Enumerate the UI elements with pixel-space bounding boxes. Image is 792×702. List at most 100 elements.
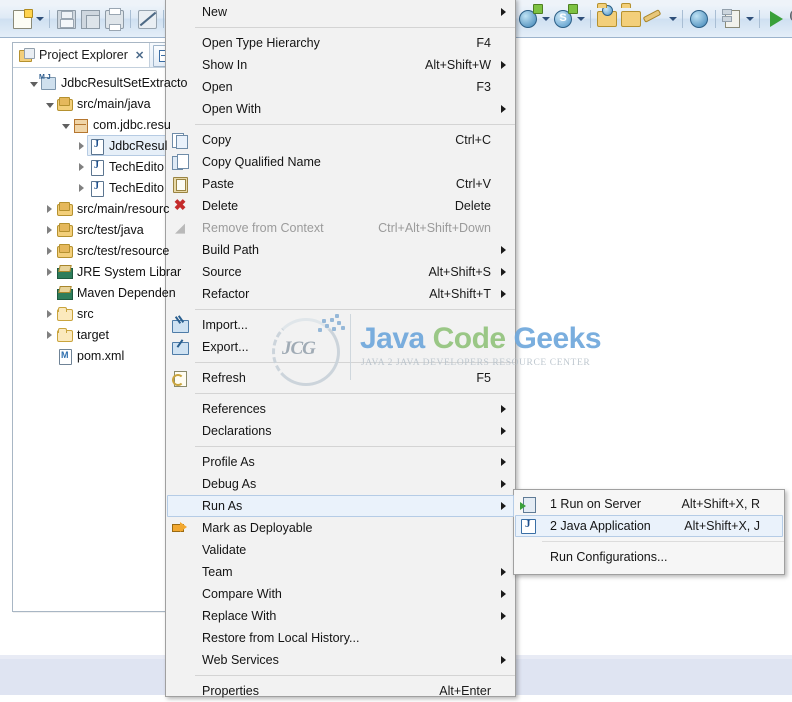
- tree-twisty-collapsed-icon[interactable]: [43, 328, 56, 342]
- tree-item-label: target: [77, 327, 109, 342]
- menu-item-copy[interactable]: Copy Ctrl+C: [166, 129, 515, 151]
- database-dropdown[interactable]: [744, 7, 755, 31]
- run-button[interactable]: [764, 7, 788, 31]
- tree-item-label: TechEdito: [109, 159, 164, 174]
- tree-twisty-expanded-icon[interactable]: [43, 97, 56, 111]
- menu-item-label: Import...: [202, 318, 248, 332]
- tree-twisty-collapsed-icon[interactable]: [43, 265, 56, 279]
- menu-item-paste[interactable]: Paste Ctrl+V: [166, 173, 515, 195]
- java-file-icon: [88, 180, 105, 197]
- menu-item-properties[interactable]: Properties Alt+Enter: [166, 680, 515, 702]
- tree-item-label: TechEdito: [109, 180, 164, 195]
- menu-item-new[interactable]: New: [166, 1, 515, 23]
- tree-twisty-expanded-icon[interactable]: [59, 118, 72, 132]
- tree-twisty-collapsed-icon[interactable]: [43, 307, 56, 321]
- submenu-arrow-icon: [501, 61, 515, 69]
- open-web-browser-button[interactable]: [687, 7, 711, 31]
- menu-item-debug-as[interactable]: Debug As: [166, 473, 515, 495]
- menu-item-label: Compare With: [202, 587, 282, 601]
- menu-item-label: Show In: [202, 58, 248, 72]
- menu-item-shortcut: F4: [476, 36, 491, 50]
- save-button[interactable]: [54, 7, 78, 31]
- menu-separator: [195, 446, 515, 447]
- tree-item-label: JdbcResul: [109, 138, 168, 153]
- menu-item-no-icon: [166, 451, 194, 473]
- open-folder-globe-icon: [597, 11, 617, 27]
- copy-qualified-icon: [166, 151, 194, 173]
- save-all-button[interactable]: [78, 7, 102, 31]
- menu-item-open[interactable]: Open F3: [166, 76, 515, 98]
- database-connection-button[interactable]: [720, 7, 744, 31]
- menu-item-remove-from-context: ◢ Remove from Context Ctrl+Alt+Shift+Down: [166, 217, 515, 239]
- tree-twisty-collapsed-icon[interactable]: [43, 223, 56, 237]
- menu-item-validate[interactable]: Validate: [166, 539, 515, 561]
- chevron-down-icon: [576, 17, 585, 21]
- copy-icon: [166, 129, 194, 151]
- menu-item-source[interactable]: Source Alt+Shift+S: [166, 261, 515, 283]
- submenu-arrow-icon: [501, 590, 515, 598]
- menu-item-delete[interactable]: ✖ Delete Delete: [166, 195, 515, 217]
- menu-item-no-icon: [166, 420, 194, 442]
- chevron-down-icon: [35, 17, 44, 21]
- menu-item-web-services[interactable]: Web Services: [166, 649, 515, 671]
- quick-fix-button[interactable]: [643, 7, 667, 31]
- new-file-dropdown[interactable]: [34, 7, 45, 31]
- menu-item-no-icon: [166, 539, 194, 561]
- submenu-arrow-icon: [501, 612, 515, 620]
- toolbar-separator: [715, 10, 716, 28]
- tree-twisty-collapsed-icon[interactable]: [75, 160, 88, 174]
- print-button[interactable]: [102, 7, 126, 31]
- menu-item-no-icon: [166, 473, 194, 495]
- menu-separator: [195, 675, 515, 676]
- new-file-button[interactable]: [10, 7, 34, 31]
- menu-item-open-with[interactable]: Open With: [166, 98, 515, 120]
- context-menu[interactable]: New Open Type Hierarchy F4 Show In Alt+Shift…: [165, 0, 516, 698]
- menu-item-no-icon: [166, 283, 194, 305]
- menu-item-refactor[interactable]: Refactor Alt+Shift+T: [166, 283, 515, 305]
- mark-occurrences-button[interactable]: [135, 7, 159, 31]
- watermark-title-geeks: Geeks: [513, 322, 602, 355]
- menu-item-mark-as-deployable[interactable]: Mark as Deployable: [166, 517, 515, 539]
- menu-item-open-type-hierarchy[interactable]: Open Type Hierarchy F4: [166, 32, 515, 54]
- menu-item-label: Debug As: [202, 477, 257, 491]
- maven-project-icon: [39, 74, 57, 91]
- menu-item-replace-with[interactable]: Replace With: [166, 605, 515, 627]
- menu-item-refresh[interactable]: Refresh F5: [166, 367, 515, 389]
- close-icon[interactable]: ✕: [135, 49, 144, 62]
- menu-item-export[interactable]: Export...: [166, 336, 515, 358]
- menu-separator: [195, 309, 515, 310]
- menu-item-1-run-on-server[interactable]: 1 Run on Server Alt+Shift+X, R: [514, 493, 784, 515]
- quick-fix-dropdown[interactable]: [667, 7, 678, 31]
- pencil-disabled-icon: [137, 9, 157, 29]
- tree-twisty-collapsed-icon[interactable]: [43, 202, 56, 216]
- menu-item-import[interactable]: Import...: [166, 314, 515, 336]
- menu-item-copy-qualified-name[interactable]: Copy Qualified Name: [166, 151, 515, 173]
- submenu-arrow-icon: [501, 480, 515, 488]
- menu-item-build-path[interactable]: Build Path: [166, 239, 515, 261]
- run-as-submenu[interactable]: 1 Run on Server Alt+Shift+X, R 2 Java Appl…: [513, 489, 785, 575]
- menu-item-run-configurations[interactable]: Run Configurations...: [514, 546, 784, 568]
- new-server-button[interactable]: [516, 7, 540, 31]
- menu-item-no-icon: [166, 98, 194, 120]
- source-folder-icon: [56, 201, 73, 217]
- tree-twisty-collapsed-icon[interactable]: [43, 244, 56, 258]
- tab-project-explorer[interactable]: Project Explorer ✕: [13, 43, 151, 67]
- menu-item-2-java-application[interactable]: 2 Java Application Alt+Shift+X, J: [514, 515, 784, 537]
- menu-item-label: Restore from Local History...: [202, 631, 360, 645]
- menu-item-profile-as[interactable]: Profile As: [166, 451, 515, 473]
- menu-item-restore-from-local-history[interactable]: Restore from Local History...: [166, 627, 515, 649]
- tree-twisty-collapsed-icon[interactable]: [75, 181, 88, 195]
- menu-item-references[interactable]: References: [166, 398, 515, 420]
- menu-item-compare-with[interactable]: Compare With: [166, 583, 515, 605]
- menu-item-declarations[interactable]: Declarations: [166, 420, 515, 442]
- open-resource-button[interactable]: [595, 7, 619, 31]
- menu-item-run-as[interactable]: Run As: [166, 495, 515, 517]
- menu-item-show-in[interactable]: Show In Alt+Shift+W: [166, 54, 515, 76]
- tab-label: Project Explorer: [39, 48, 128, 62]
- menu-item-team[interactable]: Team: [166, 561, 515, 583]
- open-folder-button[interactable]: [619, 7, 643, 31]
- debug-button[interactable]: [788, 7, 792, 31]
- menu-item-label: Open With: [202, 102, 262, 116]
- menu-item-label: 1 Run on Server: [550, 497, 642, 511]
- new-search-button[interactable]: S: [551, 7, 575, 31]
